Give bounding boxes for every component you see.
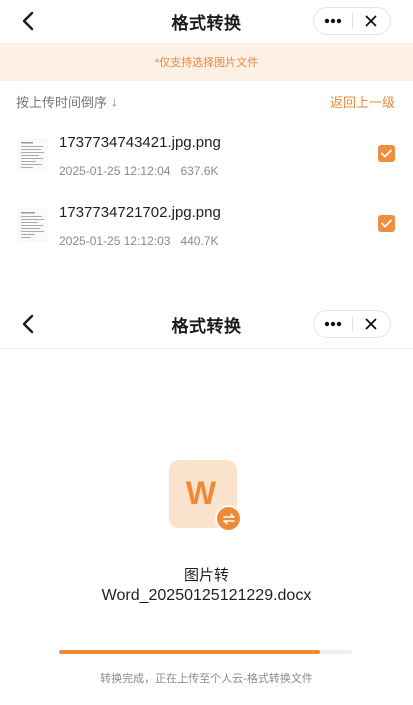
file-checkbox[interactable] [378,215,395,232]
more-button[interactable] [314,311,352,337]
status-text: 转换完成，正在上传至个人云-格式转换文件 [100,673,313,685]
check-icon [381,219,392,228]
document-thumbnail-icon [18,138,48,172]
upload-progress-bar [59,650,352,654]
document-thumbnail-icon [18,208,48,242]
result-title: 图片转 [183,567,229,584]
file-size: 637.6K [180,164,219,178]
file-row[interactable]: 1737734721702.jpg.png 2025-01-25 12:12:0… [0,190,413,260]
mini-program-capsule [313,310,391,338]
more-button[interactable] [314,8,352,34]
sort-label: 按上传时间倒序 [16,94,108,110]
word-letter: W [185,474,217,511]
close-icon [365,15,377,27]
close-button[interactable] [353,8,391,34]
navbar-divider [0,348,413,349]
close-button[interactable] [353,311,391,337]
page-title: 格式转换 [171,316,242,336]
back-button[interactable] [14,0,42,42]
file-date: 2025-01-25 12:12:03 [59,234,171,248]
sort-bar: 按上传时间倒序 ↓ 返回上一级 [0,82,413,120]
file-meta: 2025-01-25 12:12:04 637.6K [59,164,218,178]
page-title: 格式转换 [171,13,242,33]
arrow-down-icon: ↓ [111,93,118,109]
mini-program-capsule [313,7,391,35]
notice-banner: *仅支持选择图片文件 [0,43,413,81]
top-navbar: 格式转换 [0,303,413,345]
file-name: 1737734743421.jpg.png [59,134,221,151]
sort-button[interactable]: 按上传时间倒序 ↓ [16,92,118,111]
file-row[interactable]: 1737734743421.jpg.png 2025-01-25 12:12:0… [0,120,413,190]
back-button[interactable] [14,303,42,345]
conversion-result-screen: 格式转换 W 图片转 Word_20250125121229.docx 转换完成… [0,303,413,705]
top-navbar: 格式转换 [0,0,413,42]
file-checkbox[interactable] [378,145,395,162]
notice-text: *仅支持选择图片文件 [154,57,259,69]
more-dots-icon [324,18,341,24]
check-icon [381,149,392,158]
word-file-icon: W [169,460,242,532]
file-list: 1737734743421.jpg.png 2025-01-25 12:12:0… [0,120,413,260]
file-name: 1737734721702.jpg.png [59,204,221,221]
chevron-left-icon [22,11,34,31]
more-dots-icon [324,321,341,327]
close-icon [365,318,377,330]
result-filename: Word_20250125121229.docx [101,587,312,604]
swap-icon [215,505,242,532]
file-size: 440.7K [180,234,219,248]
file-meta: 2025-01-25 12:12:03 440.7K [59,234,218,248]
chevron-left-icon [22,314,34,334]
progress-fill [59,650,320,654]
file-date: 2025-01-25 12:12:04 [59,164,171,178]
back-parent-link[interactable]: 返回上一级 [330,92,395,111]
